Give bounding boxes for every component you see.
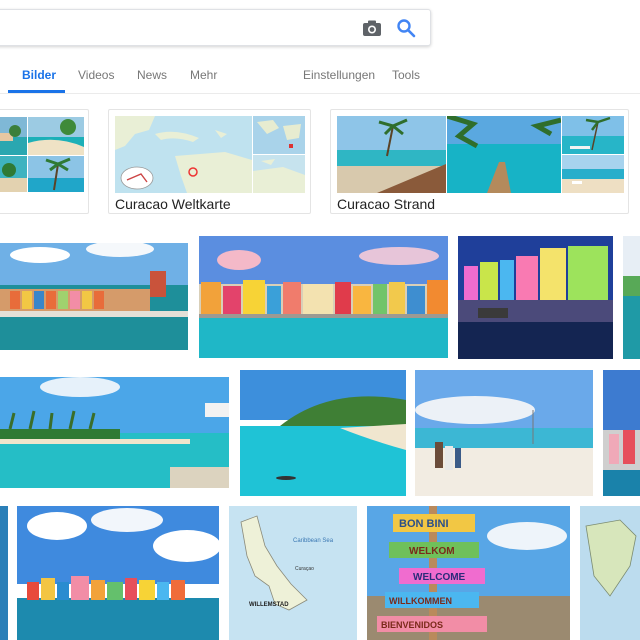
related-card-label: Curacao Weltkarte xyxy=(115,196,231,212)
svg-text:WILLKOMMEN: WILLKOMMEN xyxy=(389,596,452,606)
related-thumb xyxy=(0,156,27,192)
tab-mehr[interactable]: Mehr xyxy=(190,68,217,82)
map-thumb xyxy=(115,116,252,193)
result-image[interactable] xyxy=(623,236,640,359)
result-image[interactable] xyxy=(240,370,406,496)
related-card-strand[interactable]: Curacao Strand xyxy=(330,109,629,214)
result-image[interactable] xyxy=(199,236,448,358)
related-thumb xyxy=(28,156,84,192)
beach-thumb xyxy=(337,116,446,193)
search-input[interactable] xyxy=(5,18,335,38)
result-image[interactable] xyxy=(17,506,219,640)
related-card-weltkarte[interactable]: Curacao Weltkarte xyxy=(108,109,311,214)
svg-text:Caribbean Sea: Caribbean Sea xyxy=(293,538,334,544)
tab-videos[interactable]: Videos xyxy=(78,68,114,82)
result-image[interactable] xyxy=(0,243,188,350)
related-thumb xyxy=(28,117,84,155)
svg-text:Curaçao: Curaçao xyxy=(295,566,314,572)
svg-text:BON BINI: BON BINI xyxy=(399,518,449,530)
tab-news[interactable]: News xyxy=(137,68,167,82)
search-box[interactable] xyxy=(0,9,431,46)
beach-thumb xyxy=(562,116,624,154)
svg-text:WELCOME: WELCOME xyxy=(413,572,466,583)
result-image[interactable] xyxy=(603,370,640,496)
svg-text:WILLEMSTAD: WILLEMSTAD xyxy=(249,602,289,608)
related-card-label: Curacao Strand xyxy=(337,196,436,212)
map-thumb xyxy=(253,155,305,193)
svg-text:BIENVENIDOS: BIENVENIDOS xyxy=(381,620,443,630)
result-image[interactable]: Caribbean Sea WILLEMSTAD Curaçao xyxy=(229,506,357,640)
result-image[interactable] xyxy=(415,370,593,496)
map-thumb xyxy=(253,116,305,154)
tab-bilder[interactable]: Bilder xyxy=(22,68,56,82)
tab-einstellungen[interactable]: Einstellungen xyxy=(303,68,375,82)
beach-thumb xyxy=(562,155,624,193)
svg-text:WELKOM: WELKOM xyxy=(409,546,455,557)
result-image[interactable] xyxy=(458,236,613,359)
result-image[interactable] xyxy=(580,506,640,640)
beach-thumb xyxy=(447,116,561,193)
related-card-0[interactable] xyxy=(0,109,89,214)
magnifier-icon[interactable] xyxy=(396,18,416,38)
result-image[interactable] xyxy=(0,377,229,488)
search-tabs: Bilder Videos News Mehr Einstellungen To… xyxy=(0,58,640,94)
active-tab-indicator xyxy=(8,90,65,93)
result-image[interactable] xyxy=(0,506,8,640)
result-image[interactable]: BON BINI WELKOM WELCOME WILLKOMMEN BIENV… xyxy=(367,506,570,640)
tab-tools[interactable]: Tools xyxy=(392,68,420,82)
camera-icon[interactable] xyxy=(362,19,382,37)
related-thumb xyxy=(0,117,27,155)
